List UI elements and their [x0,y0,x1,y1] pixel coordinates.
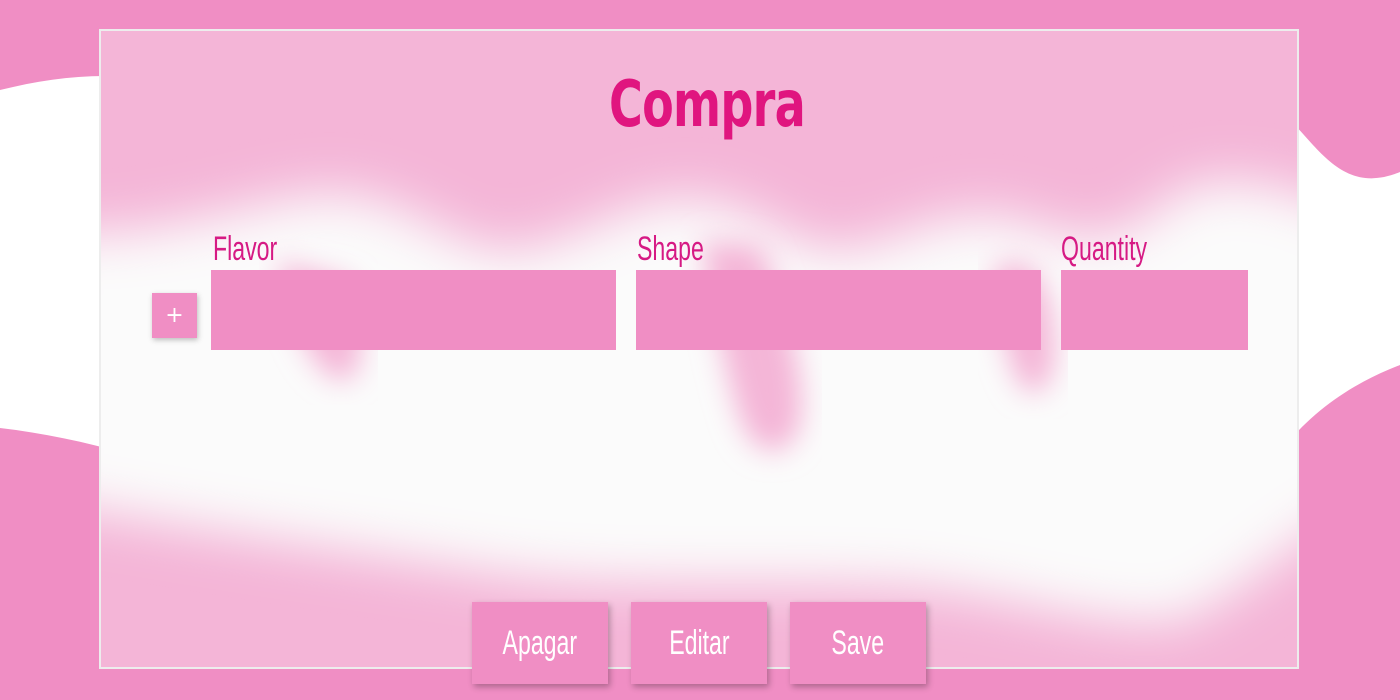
shape-label: Shape [637,230,704,268]
save-button-label: Save [831,624,885,662]
delete-button-label: Apagar [502,624,578,662]
edit-button[interactable]: Editar [631,602,767,684]
flavor-label: Flavor [213,230,278,268]
quantity-label: Quantity [1061,230,1148,268]
page-title: Compra [609,68,806,142]
flavor-input[interactable] [211,270,616,350]
plus-icon: + [165,303,184,328]
save-button[interactable]: Save [790,602,926,684]
delete-button[interactable]: Apagar [472,602,608,684]
add-row-button[interactable]: + [152,293,197,338]
edit-button-label: Editar [668,624,730,662]
quantity-input[interactable] [1061,270,1248,350]
shape-input[interactable] [636,270,1041,350]
